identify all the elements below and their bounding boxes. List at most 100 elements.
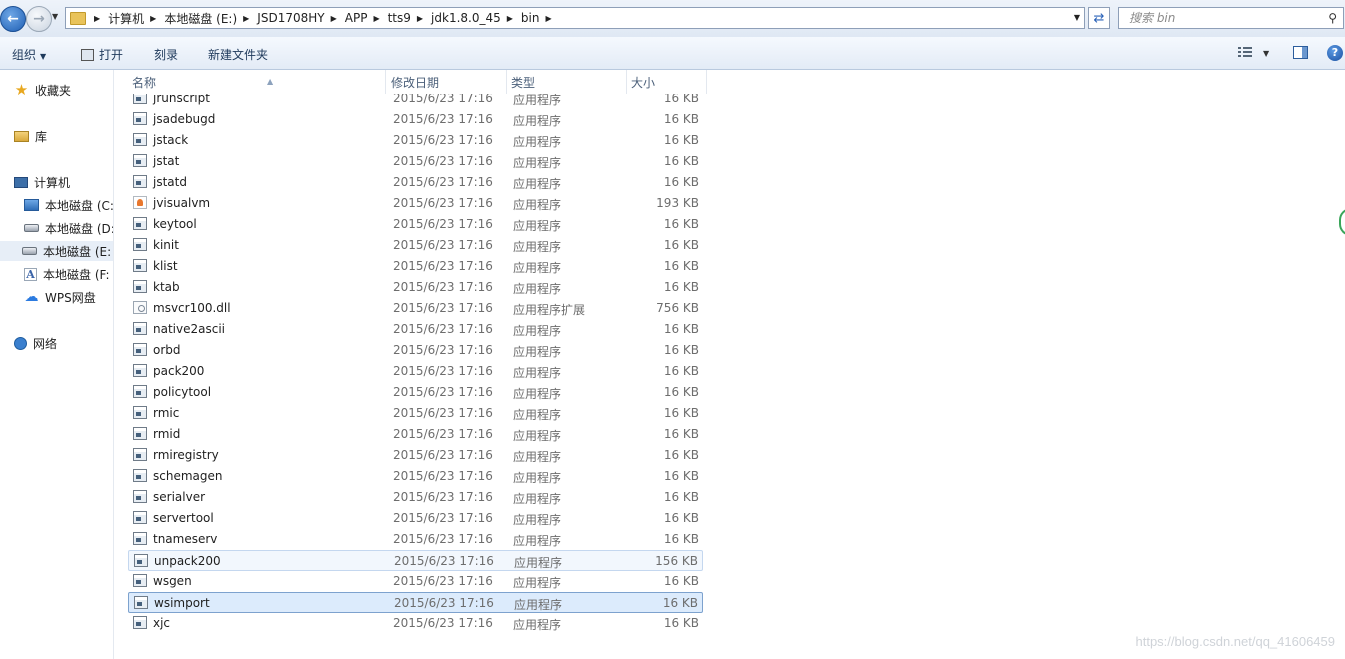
breadcrumb[interactable]: ▶ 计算机 ▶ 本地磁盘 (E:) ▶ JSD1708HY ▶ APP ▶ tt… xyxy=(65,7,1085,29)
chevron-right-icon[interactable]: ▶ xyxy=(507,14,513,23)
search-icon[interactable]: ⚲ xyxy=(1328,11,1337,25)
file-row[interactable]: tnameserv 2015/6/23 17:16 应用程序 16 KB xyxy=(128,529,703,550)
file-size: 16 KB xyxy=(663,133,699,147)
file-name: jsadebugd xyxy=(153,112,216,126)
file-row[interactable]: msvcr100.dll 2015/6/23 17:16 应用程序扩展 756 KB xyxy=(128,298,703,319)
file-row[interactable]: jstat 2015/6/23 17:16 应用程序 16 KB xyxy=(128,151,703,172)
view-options-icon[interactable] xyxy=(1238,47,1252,59)
refresh-button[interactable]: ⇄ xyxy=(1088,7,1110,29)
breadcrumb-item[interactable]: tts9 xyxy=(388,11,411,25)
file-date: 2015/6/23 17:16 xyxy=(393,616,493,630)
file-date: 2015/6/23 17:16 xyxy=(394,554,494,568)
file-row[interactable]: wsimport 2015/6/23 17:16 应用程序 16 KB xyxy=(128,592,703,613)
chevron-right-icon[interactable]: ▶ xyxy=(331,14,337,23)
file-type: 应用程序 xyxy=(513,198,562,212)
file-row[interactable]: jsadebugd 2015/6/23 17:16 应用程序 16 KB xyxy=(128,109,703,130)
file-row[interactable]: unpack200 2015/6/23 17:16 应用程序 156 KB xyxy=(128,550,703,571)
executable-icon xyxy=(133,574,147,587)
file-row[interactable]: policytool 2015/6/23 17:16 应用程序 16 KB xyxy=(128,382,703,403)
breadcrumb-item[interactable]: jdk1.8.0_45 xyxy=(431,11,501,25)
file-size: 16 KB xyxy=(663,217,699,231)
executable-icon xyxy=(133,343,147,356)
breadcrumb-item[interactable]: APP xyxy=(345,11,368,25)
file-row[interactable]: rmic 2015/6/23 17:16 应用程序 16 KB xyxy=(128,403,703,424)
file-row[interactable]: jstack 2015/6/23 17:16 应用程序 16 KB xyxy=(128,130,703,151)
breadcrumb-item[interactable]: 计算机 xyxy=(108,10,144,27)
nav-wps-drive[interactable]: ☁ WPS网盘 xyxy=(24,287,96,307)
file-name: native2ascii xyxy=(153,322,225,336)
file-row[interactable]: jvisualvm 2015/6/23 17:16 应用程序 193 KB xyxy=(128,193,703,214)
file-row[interactable]: jstatd 2015/6/23 17:16 应用程序 16 KB xyxy=(128,172,703,193)
breadcrumb-item[interactable]: 本地磁盘 (E:) xyxy=(164,10,237,27)
file-date: 2015/6/23 17:16 xyxy=(393,490,493,504)
file-row[interactable]: rmid 2015/6/23 17:16 应用程序 16 KB xyxy=(128,424,703,445)
organize-button[interactable]: 组织 ▼ xyxy=(12,46,46,63)
forward-button[interactable]: → xyxy=(26,6,52,32)
file-row[interactable]: wsgen 2015/6/23 17:16 应用程序 16 KB xyxy=(128,571,703,592)
file-type: 应用程序扩展 xyxy=(513,303,586,317)
nav-network[interactable]: 网络 xyxy=(14,333,57,353)
column-date-header[interactable]: 修改日期 xyxy=(387,70,507,94)
chevron-right-icon[interactable]: ▶ xyxy=(417,14,423,23)
breadcrumb-item[interactable]: JSD1708HY xyxy=(257,11,324,25)
nav-drive-f[interactable]: A 本地磁盘 (F: xyxy=(24,264,110,284)
file-type: 应用程序 xyxy=(513,240,562,254)
breadcrumb-item[interactable]: bin xyxy=(521,11,540,25)
new-folder-button[interactable]: 新建文件夹 xyxy=(208,46,268,63)
search-input[interactable] xyxy=(1127,10,1321,26)
file-row[interactable]: rmiregistry 2015/6/23 17:16 应用程序 16 KB xyxy=(128,445,703,466)
file-row[interactable]: schemagen 2015/6/23 17:16 应用程序 16 KB xyxy=(128,466,703,487)
column-type-header[interactable]: 类型 xyxy=(507,70,627,94)
file-row[interactable]: ktab 2015/6/23 17:16 应用程序 16 KB xyxy=(128,277,703,298)
nav-drive-d[interactable]: 本地磁盘 (D: xyxy=(24,218,113,238)
executable-icon xyxy=(133,112,147,125)
nav-libraries[interactable]: 库 xyxy=(14,126,47,146)
file-row[interactable]: servertool 2015/6/23 17:16 应用程序 16 KB xyxy=(128,508,703,529)
file-row[interactable]: native2ascii 2015/6/23 17:16 应用程序 16 KB xyxy=(128,319,703,340)
executable-icon xyxy=(133,511,147,524)
file-row[interactable]: xjc 2015/6/23 17:16 应用程序 16 KB xyxy=(128,613,703,634)
nav-drive-e[interactable]: 本地磁盘 (E: xyxy=(0,241,113,261)
file-type: 应用程序 xyxy=(513,534,562,548)
chevron-right-icon[interactable]: ▶ xyxy=(373,14,379,23)
file-date: 2015/6/23 17:16 xyxy=(393,301,493,315)
nav-computer[interactable]: 计算机 xyxy=(14,172,70,192)
file-row[interactable]: klist 2015/6/23 17:16 应用程序 16 KB xyxy=(128,256,703,277)
help-icon[interactable]: ? xyxy=(1327,45,1343,61)
file-row[interactable]: pack200 2015/6/23 17:16 应用程序 16 KB xyxy=(128,361,703,382)
burn-button[interactable]: 刻录 xyxy=(154,46,178,63)
recent-pages-dropdown-icon[interactable]: ▼ xyxy=(52,12,58,21)
chevron-right-icon[interactable]: ▶ xyxy=(150,14,156,23)
column-size-header[interactable]: 大小 xyxy=(627,70,707,94)
file-name: schemagen xyxy=(153,469,223,483)
chevron-right-icon[interactable]: ▶ xyxy=(545,14,551,23)
search-box[interactable]: ⚲ xyxy=(1118,7,1344,29)
file-name: policytool xyxy=(153,385,212,399)
address-bar: ← → ▼ ▶ 计算机 ▶ 本地磁盘 (E:) ▶ JSD1708HY ▶ AP… xyxy=(0,0,1345,38)
organize-label: 组织 xyxy=(12,48,37,62)
chevron-down-icon[interactable]: ▼ xyxy=(1074,13,1080,22)
file-name: msvcr100.dll xyxy=(153,301,231,315)
star-icon: ★ xyxy=(14,81,29,99)
file-row[interactable]: orbd 2015/6/23 17:16 应用程序 16 KB xyxy=(128,340,703,361)
preview-pane-icon[interactable] xyxy=(1293,46,1308,59)
file-name: pack200 xyxy=(153,364,205,378)
chevron-right-icon[interactable]: ▶ xyxy=(94,14,100,23)
file-row[interactable]: kinit 2015/6/23 17:16 应用程序 16 KB xyxy=(128,235,703,256)
file-row[interactable]: keytool 2015/6/23 17:16 应用程序 16 KB xyxy=(128,214,703,235)
burn-label: 刻录 xyxy=(154,48,179,62)
column-label: 修改日期 xyxy=(391,76,440,90)
file-size: 16 KB xyxy=(663,532,699,546)
back-button[interactable]: ← xyxy=(0,6,26,32)
open-button[interactable]: 打开 xyxy=(81,46,123,63)
file-name: klist xyxy=(153,259,178,273)
nav-drive-c[interactable]: 本地磁盘 (C: xyxy=(24,195,113,215)
nav-favorites[interactable]: ★ 收藏夹 xyxy=(14,80,71,100)
file-type: 应用程序 xyxy=(513,219,562,233)
chevron-down-icon[interactable]: ▼ xyxy=(1263,49,1269,58)
column-name-header[interactable]: 名称 ▲ xyxy=(128,70,386,94)
removable-drive-icon: A xyxy=(24,267,37,281)
new-folder-label: 新建文件夹 xyxy=(208,48,269,62)
chevron-right-icon[interactable]: ▶ xyxy=(243,14,249,23)
file-row[interactable]: serialver 2015/6/23 17:16 应用程序 16 KB xyxy=(128,487,703,508)
